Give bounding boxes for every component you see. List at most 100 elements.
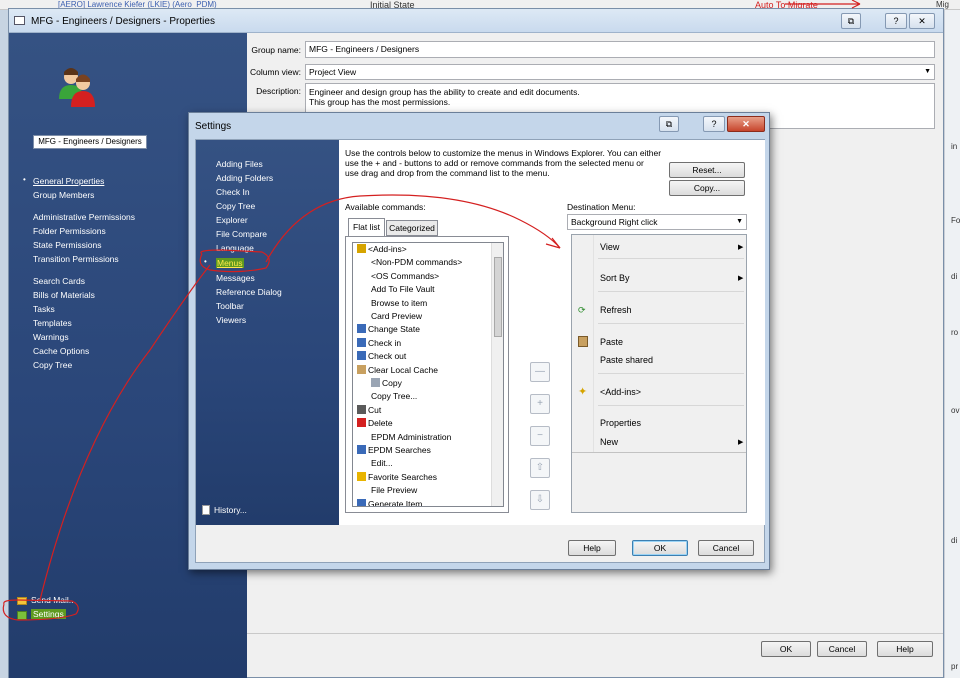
command-list-item[interactable]: <Add-ins> bbox=[357, 244, 407, 254]
command-icon bbox=[357, 471, 366, 481]
command-label: Edit... bbox=[371, 458, 393, 469]
submenu-arrow-icon: ▶ bbox=[738, 439, 744, 446]
command-label: Copy Tree... bbox=[371, 391, 418, 402]
menu-item-paste-shared[interactable]: Paste shared bbox=[600, 355, 653, 365]
copy-button[interactable]: Copy... bbox=[669, 180, 745, 196]
nav-item-check-in[interactable]: Check In bbox=[216, 187, 250, 197]
sidebar-item-bills-of-materials[interactable]: Bills of Materials bbox=[33, 290, 95, 300]
command-list-item[interactable]: Check in bbox=[357, 337, 401, 348]
ok-button[interactable]: OK bbox=[761, 641, 811, 657]
nav-item-viewers[interactable]: Viewers bbox=[216, 315, 246, 325]
command-list-item[interactable]: Delete bbox=[357, 418, 393, 428]
move-down-button[interactable]: ⇩ bbox=[530, 490, 550, 510]
sidebar-item-group-members[interactable]: Group Members bbox=[33, 190, 94, 200]
active-bullet: • bbox=[204, 257, 207, 266]
mail-icon bbox=[17, 597, 27, 605]
settings-help-footer-button[interactable]: Help bbox=[568, 540, 616, 556]
restore-button[interactable]: ⧉ bbox=[841, 13, 861, 29]
add-command-button[interactable]: + bbox=[530, 394, 550, 414]
nav-item-messages[interactable]: Messages bbox=[216, 273, 255, 283]
column-view-select[interactable]: Project View ▼ bbox=[305, 64, 935, 80]
nav-item-menus[interactable]: Menus bbox=[216, 258, 244, 268]
command-icon bbox=[357, 498, 366, 506]
instructions-line: use drag and drop from the command list … bbox=[345, 168, 550, 178]
nav-item-language[interactable]: Language bbox=[216, 243, 254, 253]
sidebar-item-templates[interactable]: Templates bbox=[33, 318, 72, 328]
commands-list[interactable]: <Add-ins> <Non-PDM commands> <OS Commands>… bbox=[352, 242, 504, 507]
nav-item-reference-dialog[interactable]: Reference Dialog bbox=[216, 287, 282, 297]
command-list-item[interactable]: File Preview bbox=[371, 485, 417, 495]
sidebar-item-state-permissions[interactable]: State Permissions bbox=[33, 240, 102, 250]
history-link[interactable]: History... bbox=[214, 505, 247, 515]
available-commands-label: Available commands: bbox=[345, 202, 426, 212]
command-list-item[interactable]: Copy bbox=[371, 378, 402, 388]
group-name-box: MFG - Engineers / Designers bbox=[33, 135, 147, 149]
nav-item-copy-tree[interactable]: Copy Tree bbox=[216, 201, 255, 211]
settings-link[interactable]: Settings bbox=[31, 609, 66, 619]
command-list-item[interactable]: Add To File Vault bbox=[371, 284, 434, 294]
command-list-item[interactable]: Change State bbox=[357, 324, 420, 334]
command-list-item[interactable]: Browse to item bbox=[371, 298, 427, 308]
menu-item-new[interactable]: New bbox=[600, 437, 618, 447]
column-view-value: Project View bbox=[309, 67, 357, 77]
list-scrollbar[interactable] bbox=[491, 243, 503, 506]
command-list-item[interactable]: Check out bbox=[357, 351, 406, 361]
history-icon bbox=[202, 505, 210, 515]
settings-cancel-button[interactable]: Cancel bbox=[698, 540, 754, 556]
reset-button[interactable]: Reset... bbox=[669, 162, 745, 178]
sidebar-item-general-properties[interactable]: General Properties bbox=[33, 176, 104, 186]
sidebar-item-transition-permissions[interactable]: Transition Permissions bbox=[33, 254, 119, 264]
cancel-button[interactable]: Cancel bbox=[817, 641, 867, 657]
menu-item-addins[interactable]: <Add-ins> bbox=[600, 387, 641, 397]
settings-restore-button[interactable]: ⧉ bbox=[659, 116, 679, 132]
settings-ok-button[interactable]: OK bbox=[632, 540, 688, 556]
close-button[interactable]: ✕ bbox=[909, 13, 935, 29]
background-fragment: pr bbox=[951, 662, 959, 671]
nav-item-adding-folders[interactable]: Adding Folders bbox=[216, 173, 273, 183]
sidebar-item-tasks[interactable]: Tasks bbox=[33, 304, 55, 314]
help-footer-button[interactable]: Help bbox=[877, 641, 933, 657]
sidebar-item-cache-options[interactable]: Cache Options bbox=[33, 346, 89, 356]
command-list-item[interactable]: Favorite Searches bbox=[357, 471, 437, 482]
nav-item-adding-files[interactable]: Adding Files bbox=[216, 159, 263, 169]
command-list-item[interactable]: Generate Item bbox=[357, 498, 422, 506]
command-label: Card Preview bbox=[371, 311, 423, 321]
separator-button[interactable]: — bbox=[530, 362, 550, 382]
menu-item-properties[interactable]: Properties bbox=[600, 418, 641, 428]
move-up-button[interactable]: ⇧ bbox=[530, 458, 550, 478]
command-list-item[interactable]: Cut bbox=[357, 404, 381, 415]
scrollbar-thumb[interactable] bbox=[494, 257, 502, 337]
menu-item-refresh[interactable]: Refresh bbox=[600, 305, 632, 315]
send-mail-link[interactable]: Send Mail... bbox=[31, 595, 76, 605]
sidebar-item-search-cards[interactable]: Search Cards bbox=[33, 276, 85, 286]
settings-close-button[interactable]: ✕ bbox=[727, 116, 765, 132]
settings-help-button[interactable]: ? bbox=[703, 116, 725, 132]
command-list-item[interactable]: Edit... bbox=[371, 458, 393, 468]
command-list-item[interactable]: Card Preview bbox=[371, 311, 422, 321]
sidebar-item-folder-permissions[interactable]: Folder Permissions bbox=[33, 226, 106, 236]
menu-item-paste[interactable]: Paste bbox=[600, 337, 623, 347]
command-list-item[interactable]: EPDM Searches bbox=[357, 445, 431, 455]
sidebar-item-warnings[interactable]: Warnings bbox=[33, 332, 69, 342]
help-button[interactable]: ? bbox=[885, 13, 907, 29]
command-list-item[interactable]: EPDM Administration bbox=[371, 432, 451, 442]
destination-menu-select[interactable]: Background Right click ▼ bbox=[567, 214, 747, 230]
command-list-item[interactable]: Copy Tree... bbox=[371, 391, 417, 401]
menu-separator bbox=[598, 258, 744, 259]
remove-command-button[interactable]: − bbox=[530, 426, 550, 446]
tab-flat-list[interactable]: Flat list bbox=[348, 218, 385, 236]
tab-categorized[interactable]: Categorized bbox=[386, 220, 438, 236]
nav-item-toolbar[interactable]: Toolbar bbox=[216, 301, 244, 311]
nav-item-explorer[interactable]: Explorer bbox=[216, 215, 248, 225]
group-name-field[interactable]: MFG - Engineers / Designers bbox=[305, 41, 935, 58]
menu-separator bbox=[598, 291, 744, 292]
menu-item-view[interactable]: View bbox=[600, 242, 619, 252]
command-list-item[interactable]: <OS Commands> bbox=[371, 271, 439, 281]
nav-item-file-compare[interactable]: File Compare bbox=[216, 229, 267, 239]
sidebar-item-administrative-permissions[interactable]: Administrative Permissions bbox=[33, 212, 135, 222]
command-list-item[interactable]: Clear Local Cache bbox=[357, 364, 438, 375]
command-list-item[interactable]: <Non-PDM commands> bbox=[371, 257, 462, 267]
menu-item-sort-by[interactable]: Sort By bbox=[600, 273, 630, 283]
sidebar-item-copy-tree[interactable]: Copy Tree bbox=[33, 360, 72, 370]
command-icon bbox=[357, 351, 366, 361]
